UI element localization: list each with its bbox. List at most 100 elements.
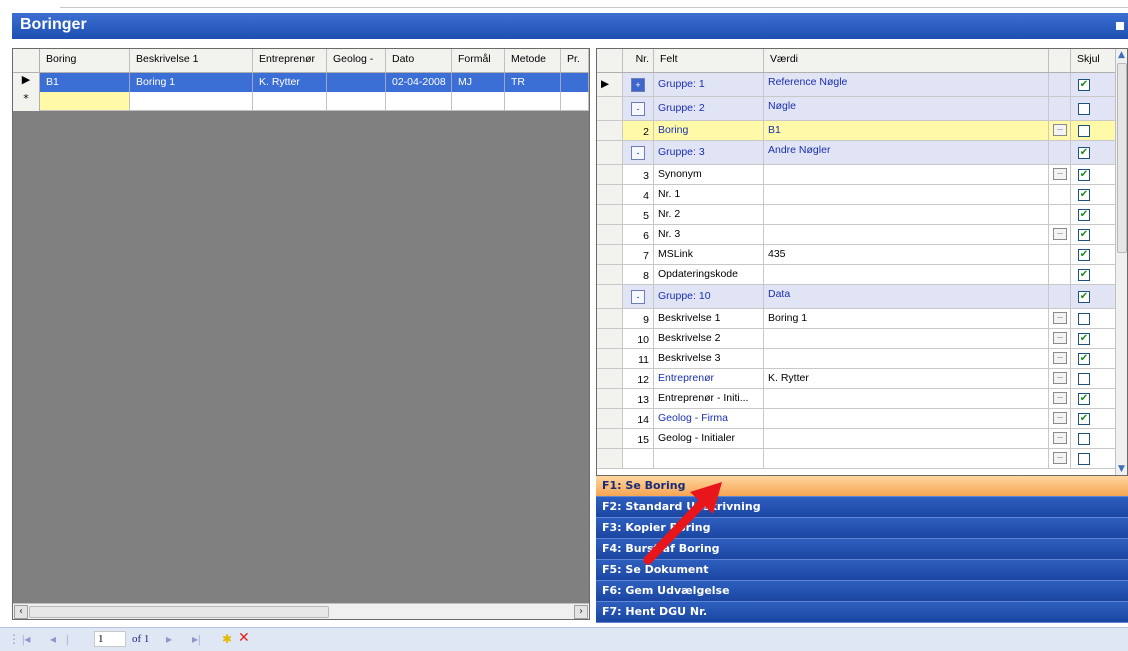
hide-checkbox[interactable] [1078,453,1090,465]
field-value[interactable] [764,185,1049,204]
vertical-scrollbar[interactable]: ▲ ▼ [1115,49,1127,475]
field-row[interactable]: 5 Nr. 2 ✔ [597,205,1117,225]
field-value[interactable] [764,449,1049,468]
hide-checkbox[interactable]: ✔ [1078,229,1090,241]
field-row[interactable]: 10 Beskrivelse 2... ✔ [597,329,1117,349]
scroll-right-icon[interactable]: › [574,605,588,619]
ellipsis-button[interactable]: ... [1053,392,1067,404]
column-header-3[interactable]: Geolog - [327,49,386,72]
field-value[interactable]: 435 [764,245,1049,264]
scroll-left-icon[interactable]: ‹ [14,605,28,619]
field-value[interactable] [764,205,1049,224]
field-value[interactable]: K. Rytter [764,369,1049,388]
table-cell[interactable]: MJ [452,73,505,92]
ellipsis-button[interactable]: ... [1053,332,1067,344]
hide-checkbox[interactable]: ✔ [1078,353,1090,365]
new-row-cell[interactable] [327,92,386,111]
hide-checkbox[interactable]: ✔ [1078,269,1090,281]
delete-icon[interactable]: ✕ [238,630,250,647]
command-f5[interactable]: F5: Se Dokument [596,560,1128,581]
new-row-cell[interactable] [561,92,589,111]
field-value[interactable] [764,389,1049,408]
new-record-row[interactable]: * [13,92,589,111]
field-value[interactable] [764,349,1049,368]
column-header-4[interactable]: Dato [386,49,452,72]
field-value[interactable]: Boring 1 [764,309,1049,328]
field-header-4[interactable] [1049,49,1071,72]
scroll-up-icon[interactable]: ▲ [1116,49,1127,61]
field-row[interactable]: 13 Entreprenør - Initi...... ✔ [597,389,1117,409]
row-selector-icon[interactable]: ▶ [13,73,40,92]
ellipsis-button[interactable]: ... [1053,228,1067,240]
ellipsis-button[interactable]: ... [1053,452,1067,464]
field-value[interactable]: Data [764,285,1049,308]
field-value[interactable]: Andre Nøgler [764,141,1049,164]
group-row[interactable]: - Gruppe: 10 Data ✔ [597,285,1117,309]
field-value[interactable]: Reference Nøgle [764,73,1049,96]
field-row[interactable]: 15 Geolog - Initialer... [597,429,1117,449]
ellipsis-button[interactable]: ... [1053,168,1067,180]
collapse-group-icon[interactable]: - [631,102,645,116]
ellipsis-button[interactable]: ... [1053,352,1067,364]
field-row[interactable]: 7 MSLink 435 ✔ [597,245,1117,265]
new-row-cell[interactable] [253,92,327,111]
horizontal-scrollbar[interactable]: ‹ › [13,603,589,619]
new-row-cell[interactable] [505,92,561,111]
hide-checkbox[interactable]: ✔ [1078,189,1090,201]
scroll-thumb[interactable] [29,606,329,618]
table-row[interactable]: ▶ B1 Boring 1 K. Rytter 02-04-2008 MJ TR [13,73,589,92]
field-value[interactable] [764,329,1049,348]
field-header-2[interactable]: Felt [654,49,764,72]
column-header-5[interactable]: Formål [452,49,505,72]
command-f6[interactable]: F6: Gem Udvælgelse [596,581,1128,602]
hide-checkbox[interactable]: ✔ [1078,169,1090,181]
boringer-grid[interactable]: Boring Beskrivelse 1 Entreprenør Geolog - Da… [12,48,590,620]
field-value[interactable]: Nøgle [764,97,1049,120]
field-row[interactable]: 11 Beskrivelse 3... ✔ [597,349,1117,369]
last-record-icon[interactable]: ▸| [192,632,200,647]
ellipsis-button[interactable]: ... [1053,312,1067,324]
table-cell[interactable]: K. Rytter [253,73,327,92]
column-header-6[interactable]: Metode [505,49,561,72]
scroll-down-icon[interactable]: ▼ [1116,463,1127,475]
new-row-cell[interactable] [130,92,253,111]
field-row[interactable]: 9 Beskrivelse 1 Boring 1... [597,309,1117,329]
field-row[interactable]: 4 Nr. 1 ✔ [597,185,1117,205]
page-number-input[interactable]: 1 [94,631,126,647]
add-new-icon[interactable]: ✱ [222,632,232,647]
table-cell[interactable]: Boring 1 [130,73,253,92]
field-header-0[interactable] [597,49,623,72]
column-header-0[interactable]: Boring [40,49,130,72]
new-row-cell[interactable] [40,92,130,111]
column-header-2[interactable]: Entreprenør [253,49,327,72]
column-header-7[interactable]: Pr. [561,49,589,72]
field-row[interactable]: 12 Entreprenør K. Rytter... [597,369,1117,389]
collapse-group-icon[interactable]: - [631,146,645,160]
hide-checkbox[interactable] [1078,103,1090,115]
vertical-scroll-thumb[interactable] [1117,63,1127,253]
field-row[interactable]: 8 Opdateringskode ✔ [597,265,1117,285]
table-cell[interactable] [561,73,589,92]
field-value[interactable] [764,429,1049,448]
command-f4[interactable]: F4: Burst af Boring [596,539,1128,560]
table-cell[interactable] [327,73,386,92]
hide-checkbox[interactable] [1078,373,1090,385]
next-record-icon[interactable]: ▸ [166,632,172,647]
collapse-group-icon[interactable]: - [631,290,645,304]
field-row[interactable]: 3 Synonym... ✔ [597,165,1117,185]
hide-checkbox[interactable]: ✔ [1078,147,1090,159]
table-cell[interactable]: 02-04-2008 [386,73,452,92]
previous-record-icon[interactable]: ◂ [50,632,56,647]
column-header-1[interactable]: Beskrivelse 1 [130,49,253,72]
field-row[interactable]: 14 Geolog - Firma... ✔ [597,409,1117,429]
hide-checkbox[interactable]: ✔ [1078,413,1090,425]
maximize-icon[interactable] [1116,22,1124,30]
command-f2[interactable]: F2: Standard Udskrivning [596,497,1128,518]
command-f1[interactable]: F1: Se Boring [596,476,1128,497]
command-f7[interactable]: F7: Hent DGU Nr. [596,602,1128,623]
hide-checkbox[interactable]: ✔ [1078,333,1090,345]
table-cell[interactable]: TR [505,73,561,92]
field-row[interactable]: 6 Nr. 3... ✔ [597,225,1117,245]
hide-checkbox[interactable] [1078,433,1090,445]
new-row-cell[interactable] [386,92,452,111]
